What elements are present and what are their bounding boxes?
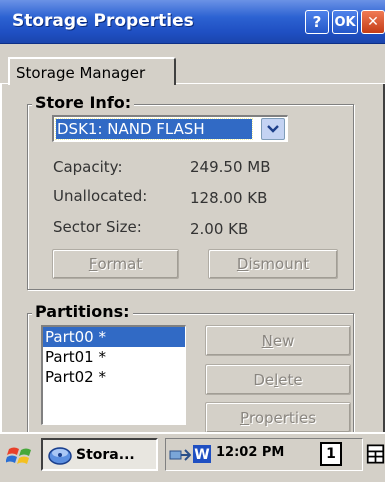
capacity-value: 249.50 MB (190, 158, 271, 176)
window-title: Storage Properties (12, 11, 194, 31)
sector-size-value: 2.00 KB (190, 220, 249, 238)
title-bar: Storage Properties ? OK ✕ (0, 0, 385, 44)
properties-button[interactable]: Properties (205, 402, 351, 433)
properties-label: roperties (249, 408, 317, 427)
storage-disk-icon (48, 446, 72, 465)
dropdown-button[interactable] (261, 118, 285, 140)
dismount-button[interactable]: Dismount (208, 249, 338, 279)
ok-button[interactable]: OK (332, 10, 358, 34)
store-info-heading: Store Info: (32, 93, 135, 112)
help-button[interactable]: ? (305, 10, 329, 34)
partitions-heading: Partitions: (32, 302, 133, 321)
delete-button[interactable]: De l ete (205, 364, 351, 395)
dismount-label: ismount (248, 255, 310, 273)
dismount-mnemonic: D (236, 255, 249, 273)
tab-storage-manager[interactable]: Storage Manager (8, 57, 176, 85)
word-icon: W (193, 445, 211, 463)
system-tray: W 12:02 PM 1 (165, 438, 363, 471)
format-button[interactable]: Format (52, 249, 179, 279)
partitions-list[interactable]: Part00 * Part01 * Part02 * (41, 325, 186, 425)
list-item[interactable]: Part02 * (43, 367, 185, 387)
clock[interactable]: 12:02 PM (216, 445, 284, 460)
windows-flag-icon (6, 447, 31, 464)
capacity-label: Capacity: (53, 158, 123, 176)
input-panel-button[interactable] (366, 440, 385, 468)
new-mnemonic: N (261, 331, 273, 350)
taskbar-item-storage[interactable]: Stora... (41, 438, 158, 471)
properties-mnemonic: P (239, 408, 249, 427)
list-item[interactable]: Part00 * (43, 327, 185, 347)
taskbar-item-label: Stora... (76, 446, 135, 463)
new-button[interactable]: New (205, 325, 351, 356)
word-tray-button[interactable]: W (191, 442, 213, 466)
delete-label-post: ete (278, 370, 303, 389)
delete-label-pre: De (253, 370, 275, 389)
taskbar: Stora... W 12:02 PM 1 (0, 432, 385, 482)
format-mnemonic: F (88, 255, 98, 273)
network-icon (169, 449, 191, 461)
unallocated-label: Unallocated: (53, 187, 148, 205)
format-label: ormat (97, 255, 143, 273)
list-item[interactable]: Part01 * (43, 347, 185, 367)
network-tray-button[interactable] (169, 442, 191, 466)
desktop-switch-button[interactable]: 1 (320, 442, 342, 466)
svg-text:W: W (194, 447, 209, 463)
store-select-value: DSK1: NAND FLASH (55, 118, 253, 140)
input-panel-icon (366, 444, 385, 464)
close-button[interactable]: ✕ (361, 10, 385, 34)
start-button[interactable] (4, 441, 36, 471)
chevron-down-icon (267, 125, 279, 133)
unallocated-value: 128.00 KB (190, 189, 268, 207)
new-label: ew (272, 331, 295, 350)
sector-size-label: Sector Size: (53, 218, 142, 236)
store-select[interactable]: DSK1: NAND FLASH (52, 115, 288, 142)
client-edge-left (0, 84, 2, 432)
